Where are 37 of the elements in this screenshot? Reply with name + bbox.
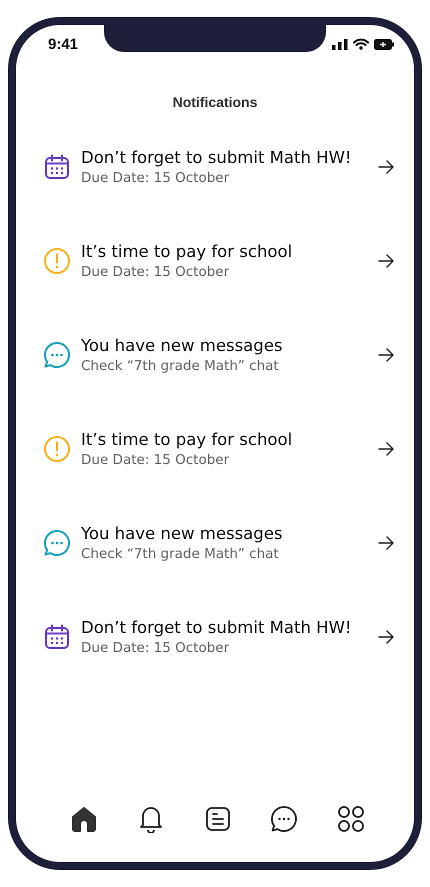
document-icon <box>204 805 232 833</box>
notification-title: It’s time to pay for school <box>81 430 294 449</box>
screen-title: Notifications <box>172 94 258 110</box>
notification-subtitle: Due Date: 15 October <box>81 640 230 656</box>
chat-bubble-icon <box>270 805 298 833</box>
notification-item[interactable]: It’s time to pay for school Due Date: 15 October <box>16 402 414 496</box>
notification-item[interactable]: Don’t forget to submit Math HW! Due Date: 15 October <box>16 590 414 684</box>
notification-item[interactable]: Don’t forget to submit Math HW! Due Date: 15 October <box>16 120 414 214</box>
status-time: 9:41 <box>48 36 78 52</box>
tab-bar-item[interactable] <box>204 805 232 833</box>
home-icon <box>70 805 98 833</box>
notification-item[interactable]: You have new messages Check “7th grade Math” chat <box>16 496 414 590</box>
notification-item[interactable]: It’s time to pay for school Due Date: 15 October <box>16 214 414 308</box>
arrow-right-icon <box>378 160 394 174</box>
battery-icon <box>374 38 394 50</box>
notification-title: It’s time to pay for school <box>81 242 294 261</box>
notification-subtitle: Due Date: 15 October <box>81 452 230 468</box>
arrow-right-icon <box>378 442 394 456</box>
signal-icon <box>332 38 348 50</box>
notification-subtitle: Check “7th grade Math” chat <box>81 358 280 374</box>
tab-bar-item[interactable] <box>337 805 365 833</box>
tab-bar-item[interactable] <box>70 805 98 833</box>
notification-subtitle: Due Date: 15 October <box>81 170 230 186</box>
notification-subtitle: Due Date: 15 October <box>81 264 230 280</box>
grid-icon <box>337 805 365 833</box>
notification-title: You have new messages <box>81 336 284 355</box>
notification-title: You have new messages <box>81 524 284 543</box>
arrow-right-icon <box>378 348 394 362</box>
notification-subtitle: Check “7th grade Math” chat <box>81 546 280 562</box>
arrow-right-icon <box>378 536 394 550</box>
notification-item[interactable]: You have new messages Check “7th grade Math” chat <box>16 308 414 402</box>
notification-title: Don’t forget to submit Math HW! <box>81 148 353 167</box>
wifi-icon <box>353 38 369 50</box>
notification-title: Don’t forget to submit Math HW! <box>81 618 353 637</box>
tab-bar-item[interactable] <box>270 805 298 833</box>
arrow-right-icon <box>378 254 394 268</box>
arrow-right-icon <box>378 630 394 644</box>
